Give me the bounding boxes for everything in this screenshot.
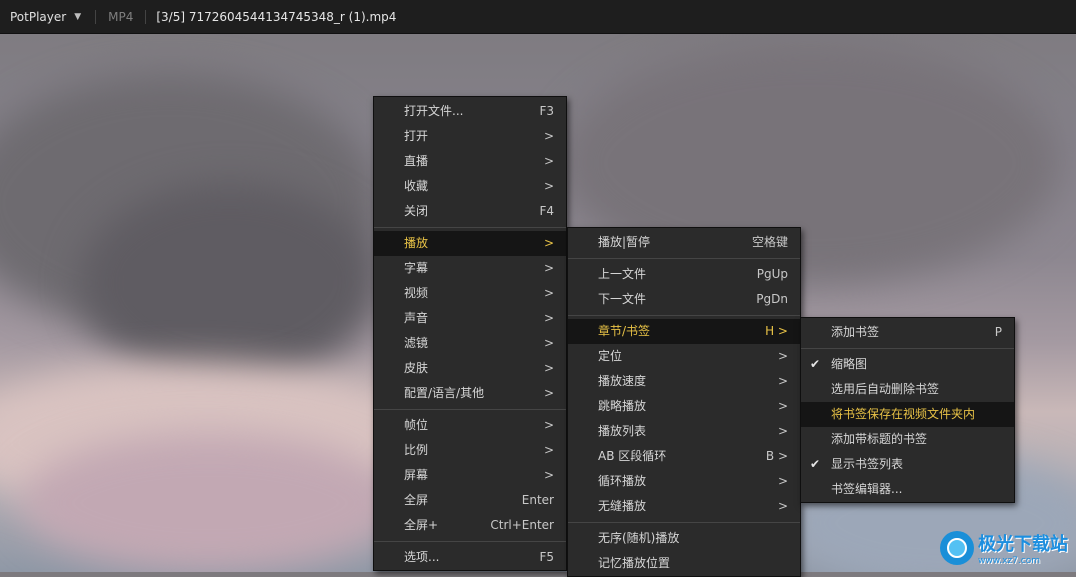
menu-item-fullscreen-plus[interactable]: 全屏+ Ctrl+Enter: [374, 513, 566, 538]
menu-item-prev-file[interactable]: 上一文件 PgUp: [568, 262, 800, 287]
chevron-down-icon: ▼: [74, 11, 82, 22]
menu-item-remember-position[interactable]: 记忆播放位置: [568, 551, 800, 576]
menu-item-chapters-bookmarks[interactable]: 章节/书签 H >: [568, 319, 800, 344]
menu-item-config[interactable]: 配置/语言/其他 >: [374, 381, 566, 406]
submenu-bookmarks: 添加书签 P ✔ 缩略图 选用后自动删除书签 将书签保存在视频文件夹内 添加带标题的…: [800, 317, 1015, 503]
title-bar: PotPlayer ▼ MP4 [3/5] 717260454413474534…: [0, 0, 1076, 34]
app-name: PotPlayer: [10, 9, 67, 24]
menu-item-subtitles[interactable]: 字幕 >: [374, 256, 566, 281]
context-menu-main: 打开文件... F3 打开 > 直播 > 收藏 > 关闭 F4 播放 > 字幕 > 视频 > 声…: [373, 96, 567, 571]
divider: [95, 9, 97, 24]
watermark-text: 极光下载站: [978, 534, 1068, 555]
watermark: 极光下载站 www.xz7.com: [940, 530, 1068, 566]
menu-item-ab-loop[interactable]: AB 区段循环 B >: [568, 444, 800, 469]
menu-item-frame[interactable]: 帧位 >: [374, 413, 566, 438]
menu-divider: [568, 258, 800, 259]
menu-item-screen[interactable]: 屏幕 >: [374, 463, 566, 488]
menu-item-loop[interactable]: 循环播放 >: [568, 469, 800, 494]
menu-item-skip[interactable]: 跳略播放 >: [568, 394, 800, 419]
menu-item-live[interactable]: 直播 >: [374, 149, 566, 174]
menu-item-skins[interactable]: 皮肤 >: [374, 356, 566, 381]
menu-divider: [568, 315, 800, 316]
menu-item-show-bookmark-list[interactable]: ✔ 显示书签列表: [801, 452, 1014, 477]
submenu-play: 播放|暂停 空格键 上一文件 PgUp 下一文件 PgDn 章节/书签 H > 定位 > …: [567, 227, 801, 577]
menu-item-open-file[interactable]: 打开文件... F3: [374, 99, 566, 124]
menu-item-close[interactable]: 关闭 F4: [374, 199, 566, 224]
menu-divider: [801, 348, 1014, 349]
menu-item-auto-delete-bookmark[interactable]: 选用后自动删除书签: [801, 377, 1014, 402]
menu-item-speed[interactable]: 播放速度 >: [568, 369, 800, 394]
menu-item-shuffle[interactable]: 无序(随机)播放: [568, 526, 800, 551]
file-title: [3/5] 7172604544134745348_r (1).mp4: [156, 9, 397, 24]
menu-item-play-pause[interactable]: 播放|暂停 空格键: [568, 230, 800, 255]
watermark-logo-icon: [940, 531, 974, 565]
check-icon: ✔: [810, 357, 821, 371]
menu-item-audio[interactable]: 声音 >: [374, 306, 566, 331]
menu-divider: [374, 541, 566, 542]
menu-item-play[interactable]: 播放 >: [374, 231, 566, 256]
format-label: MP4: [108, 9, 134, 24]
app-menu-button[interactable]: PotPlayer ▼: [0, 0, 91, 33]
menu-item-favorites[interactable]: 收藏 >: [374, 174, 566, 199]
menu-item-fullscreen[interactable]: 全屏 Enter: [374, 488, 566, 513]
menu-item-filters[interactable]: 滤镜 >: [374, 331, 566, 356]
menu-divider: [374, 227, 566, 228]
menu-item-seamless[interactable]: 无缝播放 >: [568, 494, 800, 519]
divider: [145, 9, 147, 24]
menu-item-add-titled-bookmark[interactable]: 添加带标题的书签: [801, 427, 1014, 452]
menu-item-ratio[interactable]: 比例 >: [374, 438, 566, 463]
menu-item-add-bookmark[interactable]: 添加书签 P: [801, 320, 1014, 345]
menu-item-save-bookmark-in-folder[interactable]: 将书签保存在视频文件夹内: [801, 402, 1014, 427]
menu-item-video[interactable]: 视频 >: [374, 281, 566, 306]
menu-item-open[interactable]: 打开 >: [374, 124, 566, 149]
menu-divider: [568, 522, 800, 523]
check-icon: ✔: [810, 457, 821, 471]
menu-item-options[interactable]: 选项... F5: [374, 545, 566, 570]
menu-item-seek[interactable]: 定位 >: [568, 344, 800, 369]
menu-item-thumbnails[interactable]: ✔ 缩略图: [801, 352, 1014, 377]
menu-item-bookmark-editor[interactable]: 书签编辑器...: [801, 477, 1014, 502]
menu-item-playlist[interactable]: 播放列表 >: [568, 419, 800, 444]
watermark-url: www.xz7.com: [978, 556, 1040, 566]
menu-divider: [374, 409, 566, 410]
menu-item-next-file[interactable]: 下一文件 PgDn: [568, 287, 800, 312]
